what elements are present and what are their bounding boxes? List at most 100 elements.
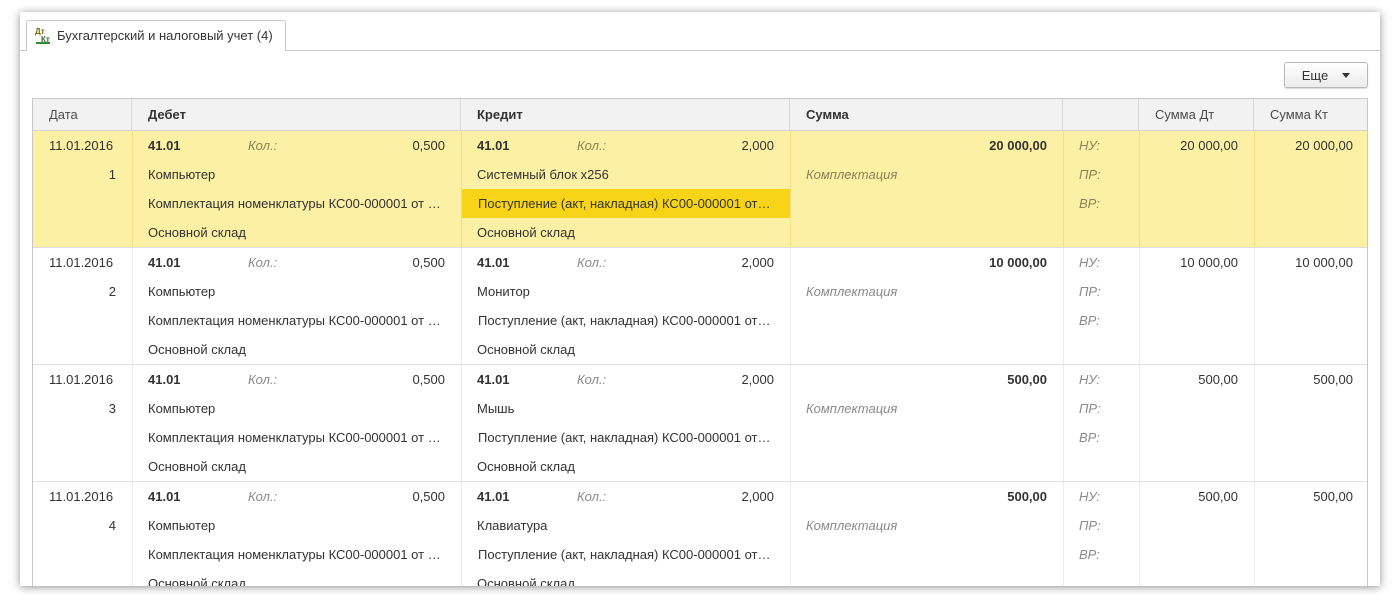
entries-table[interactable]: Дата Дебет Кредит Сумма Сумма Дт Сумма К…	[32, 98, 1368, 586]
debit-subconto-3[interactable]: Основной склад	[132, 335, 461, 364]
entry-line-number[interactable]: 2	[33, 277, 132, 306]
credit-qty-label: Кол.:	[577, 255, 607, 270]
sum-dt-nu[interactable]: 500,00	[1139, 365, 1254, 394]
credit-qty-label: Кол.:	[577, 489, 607, 504]
credit-account[interactable]: 41.01	[461, 131, 561, 160]
pr-label: ПР:	[1079, 284, 1101, 299]
pr-label: ПР:	[1079, 518, 1101, 533]
debit-qty-label: Кол.:	[248, 138, 278, 153]
debit-quantity[interactable]: 0,500	[302, 248, 461, 277]
credit-subconto-3[interactable]: Основной склад	[461, 452, 790, 481]
chevron-down-icon	[1342, 72, 1351, 78]
column-header-date[interactable]: Дата	[33, 99, 132, 130]
credit-subconto-3[interactable]: Основной склад	[461, 569, 790, 586]
debit-qty-label: Кол.:	[248, 372, 278, 387]
entry-sum[interactable]: 500,00	[790, 365, 1063, 394]
debit-subconto-1[interactable]: Компьютер	[132, 511, 461, 540]
table-row[interactable]: 11.01.2016 4 41.01 Кол.: 0,500 Компьютер…	[33, 482, 1367, 586]
debit-subconto-2[interactable]: Комплектация номенклатуры КС00-000001 от…	[132, 540, 461, 569]
credit-quantity[interactable]: 2,000	[631, 248, 790, 277]
entry-date[interactable]: 11.01.2016	[33, 482, 132, 511]
nu-label: НУ:	[1079, 138, 1101, 153]
credit-subconto-3[interactable]: Основной склад	[461, 218, 790, 247]
sum-kt-nu[interactable]: 20 000,00	[1254, 131, 1367, 160]
credit-subconto-1[interactable]: Монитор	[461, 277, 790, 306]
sum-kt-nu[interactable]: 500,00	[1254, 365, 1367, 394]
nu-label: НУ:	[1079, 372, 1101, 387]
table-row[interactable]: 11.01.2016 3 41.01 Кол.: 0,500 Компьютер…	[33, 365, 1367, 482]
credit-account[interactable]: 41.01	[461, 248, 561, 277]
debit-quantity[interactable]: 0,500	[302, 365, 461, 394]
tab-accounting-entries[interactable]: Дт Кт Бухгалтерский и налоговый учет (4)	[26, 20, 286, 51]
credit-quantity[interactable]: 2,000	[631, 482, 790, 511]
debit-account[interactable]: 41.01	[132, 365, 232, 394]
credit-subconto-1[interactable]: Системный блок x256	[461, 160, 790, 189]
more-button[interactable]: Еще	[1284, 62, 1368, 88]
table-row[interactable]: 11.01.2016 2 41.01 Кол.: 0,500 Компьютер…	[33, 248, 1367, 365]
entry-line-number[interactable]: 4	[33, 511, 132, 540]
entry-content[interactable]: Комплектация	[790, 160, 1063, 189]
entry-date[interactable]: 11.01.2016	[33, 248, 132, 277]
sum-dt-nu[interactable]: 20 000,00	[1139, 131, 1254, 160]
vr-label: ВР:	[1079, 547, 1100, 562]
vr-label: ВР:	[1079, 196, 1100, 211]
debit-account[interactable]: 41.01	[132, 248, 232, 277]
debit-subconto-1[interactable]: Компьютер	[132, 277, 461, 306]
sum-dt-nu[interactable]: 500,00	[1139, 482, 1254, 511]
credit-subconto-2[interactable]: Поступление (акт, накладная) КС00-000001…	[462, 189, 790, 218]
table-header: Дата Дебет Кредит Сумма Сумма Дт Сумма К…	[33, 99, 1367, 131]
column-header-sum[interactable]: Сумма	[790, 99, 1063, 130]
credit-subconto-2[interactable]: Поступление (акт, накладная) КС00-000001…	[462, 540, 790, 569]
entry-sum[interactable]: 20 000,00	[790, 131, 1063, 160]
credit-qty-label: Кол.:	[577, 372, 607, 387]
table-row[interactable]: 11.01.2016 1 41.01 Кол.: 0,500 Компьютер…	[33, 131, 1367, 248]
debit-subconto-2[interactable]: Комплектация номенклатуры КС00-000001 от…	[132, 306, 461, 335]
debit-subconto-3[interactable]: Основной склад	[132, 218, 461, 247]
debit-account[interactable]: 41.01	[132, 131, 232, 160]
dt-kt-icon: Дт Кт	[35, 26, 50, 44]
debit-quantity[interactable]: 0,500	[302, 482, 461, 511]
debit-subconto-2[interactable]: Комплектация номенклатуры КС00-000001 от…	[132, 189, 461, 218]
column-header-tax-labels[interactable]	[1063, 99, 1139, 130]
debit-subconto-1[interactable]: Компьютер	[132, 394, 461, 423]
nu-label: НУ:	[1079, 255, 1101, 270]
vr-label: ВР:	[1079, 430, 1100, 445]
debit-account[interactable]: 41.01	[132, 482, 232, 511]
credit-quantity[interactable]: 2,000	[631, 365, 790, 394]
entry-sum[interactable]: 10 000,00	[790, 248, 1063, 277]
entry-line-number[interactable]: 1	[33, 160, 132, 189]
pr-label: ПР:	[1079, 401, 1101, 416]
sum-kt-nu[interactable]: 10 000,00	[1254, 248, 1367, 277]
credit-account[interactable]: 41.01	[461, 365, 561, 394]
column-header-credit[interactable]: Кредит	[461, 99, 790, 130]
credit-qty-label: Кол.:	[577, 138, 607, 153]
credit-account[interactable]: 41.01	[461, 482, 561, 511]
debit-quantity[interactable]: 0,500	[302, 131, 461, 160]
column-header-debit[interactable]: Дебет	[132, 99, 461, 130]
vr-label: ВР:	[1079, 313, 1100, 328]
column-header-sum-kt[interactable]: Сумма Кт	[1254, 99, 1367, 130]
entry-date[interactable]: 11.01.2016	[33, 131, 132, 160]
column-header-sum-dt[interactable]: Сумма Дт	[1139, 99, 1254, 130]
debit-subconto-1[interactable]: Компьютер	[132, 160, 461, 189]
entry-line-number[interactable]: 3	[33, 394, 132, 423]
entry-sum[interactable]: 500,00	[790, 482, 1063, 511]
debit-subconto-3[interactable]: Основной склад	[132, 569, 461, 586]
sum-kt-nu[interactable]: 500,00	[1254, 482, 1367, 511]
sum-dt-nu[interactable]: 10 000,00	[1139, 248, 1254, 277]
debit-subconto-3[interactable]: Основной склад	[132, 452, 461, 481]
entry-content[interactable]: Комплектация	[790, 511, 1063, 540]
credit-subconto-3[interactable]: Основной склад	[461, 335, 790, 364]
credit-subconto-1[interactable]: Клавиатура	[461, 511, 790, 540]
credit-subconto-2[interactable]: Поступление (акт, накладная) КС00-000001…	[462, 423, 790, 452]
credit-subconto-1[interactable]: Мышь	[461, 394, 790, 423]
entry-content[interactable]: Комплектация	[790, 277, 1063, 306]
tab-title: Бухгалтерский и налоговый учет (4)	[57, 28, 273, 43]
credit-subconto-2[interactable]: Поступление (акт, накладная) КС00-000001…	[462, 306, 790, 335]
nu-label: НУ:	[1079, 489, 1101, 504]
table-body: 11.01.2016 1 41.01 Кол.: 0,500 Компьютер…	[33, 131, 1367, 586]
debit-subconto-2[interactable]: Комплектация номенклатуры КС00-000001 от…	[132, 423, 461, 452]
entry-content[interactable]: Комплектация	[790, 394, 1063, 423]
credit-quantity[interactable]: 2,000	[631, 131, 790, 160]
entry-date[interactable]: 11.01.2016	[33, 365, 132, 394]
